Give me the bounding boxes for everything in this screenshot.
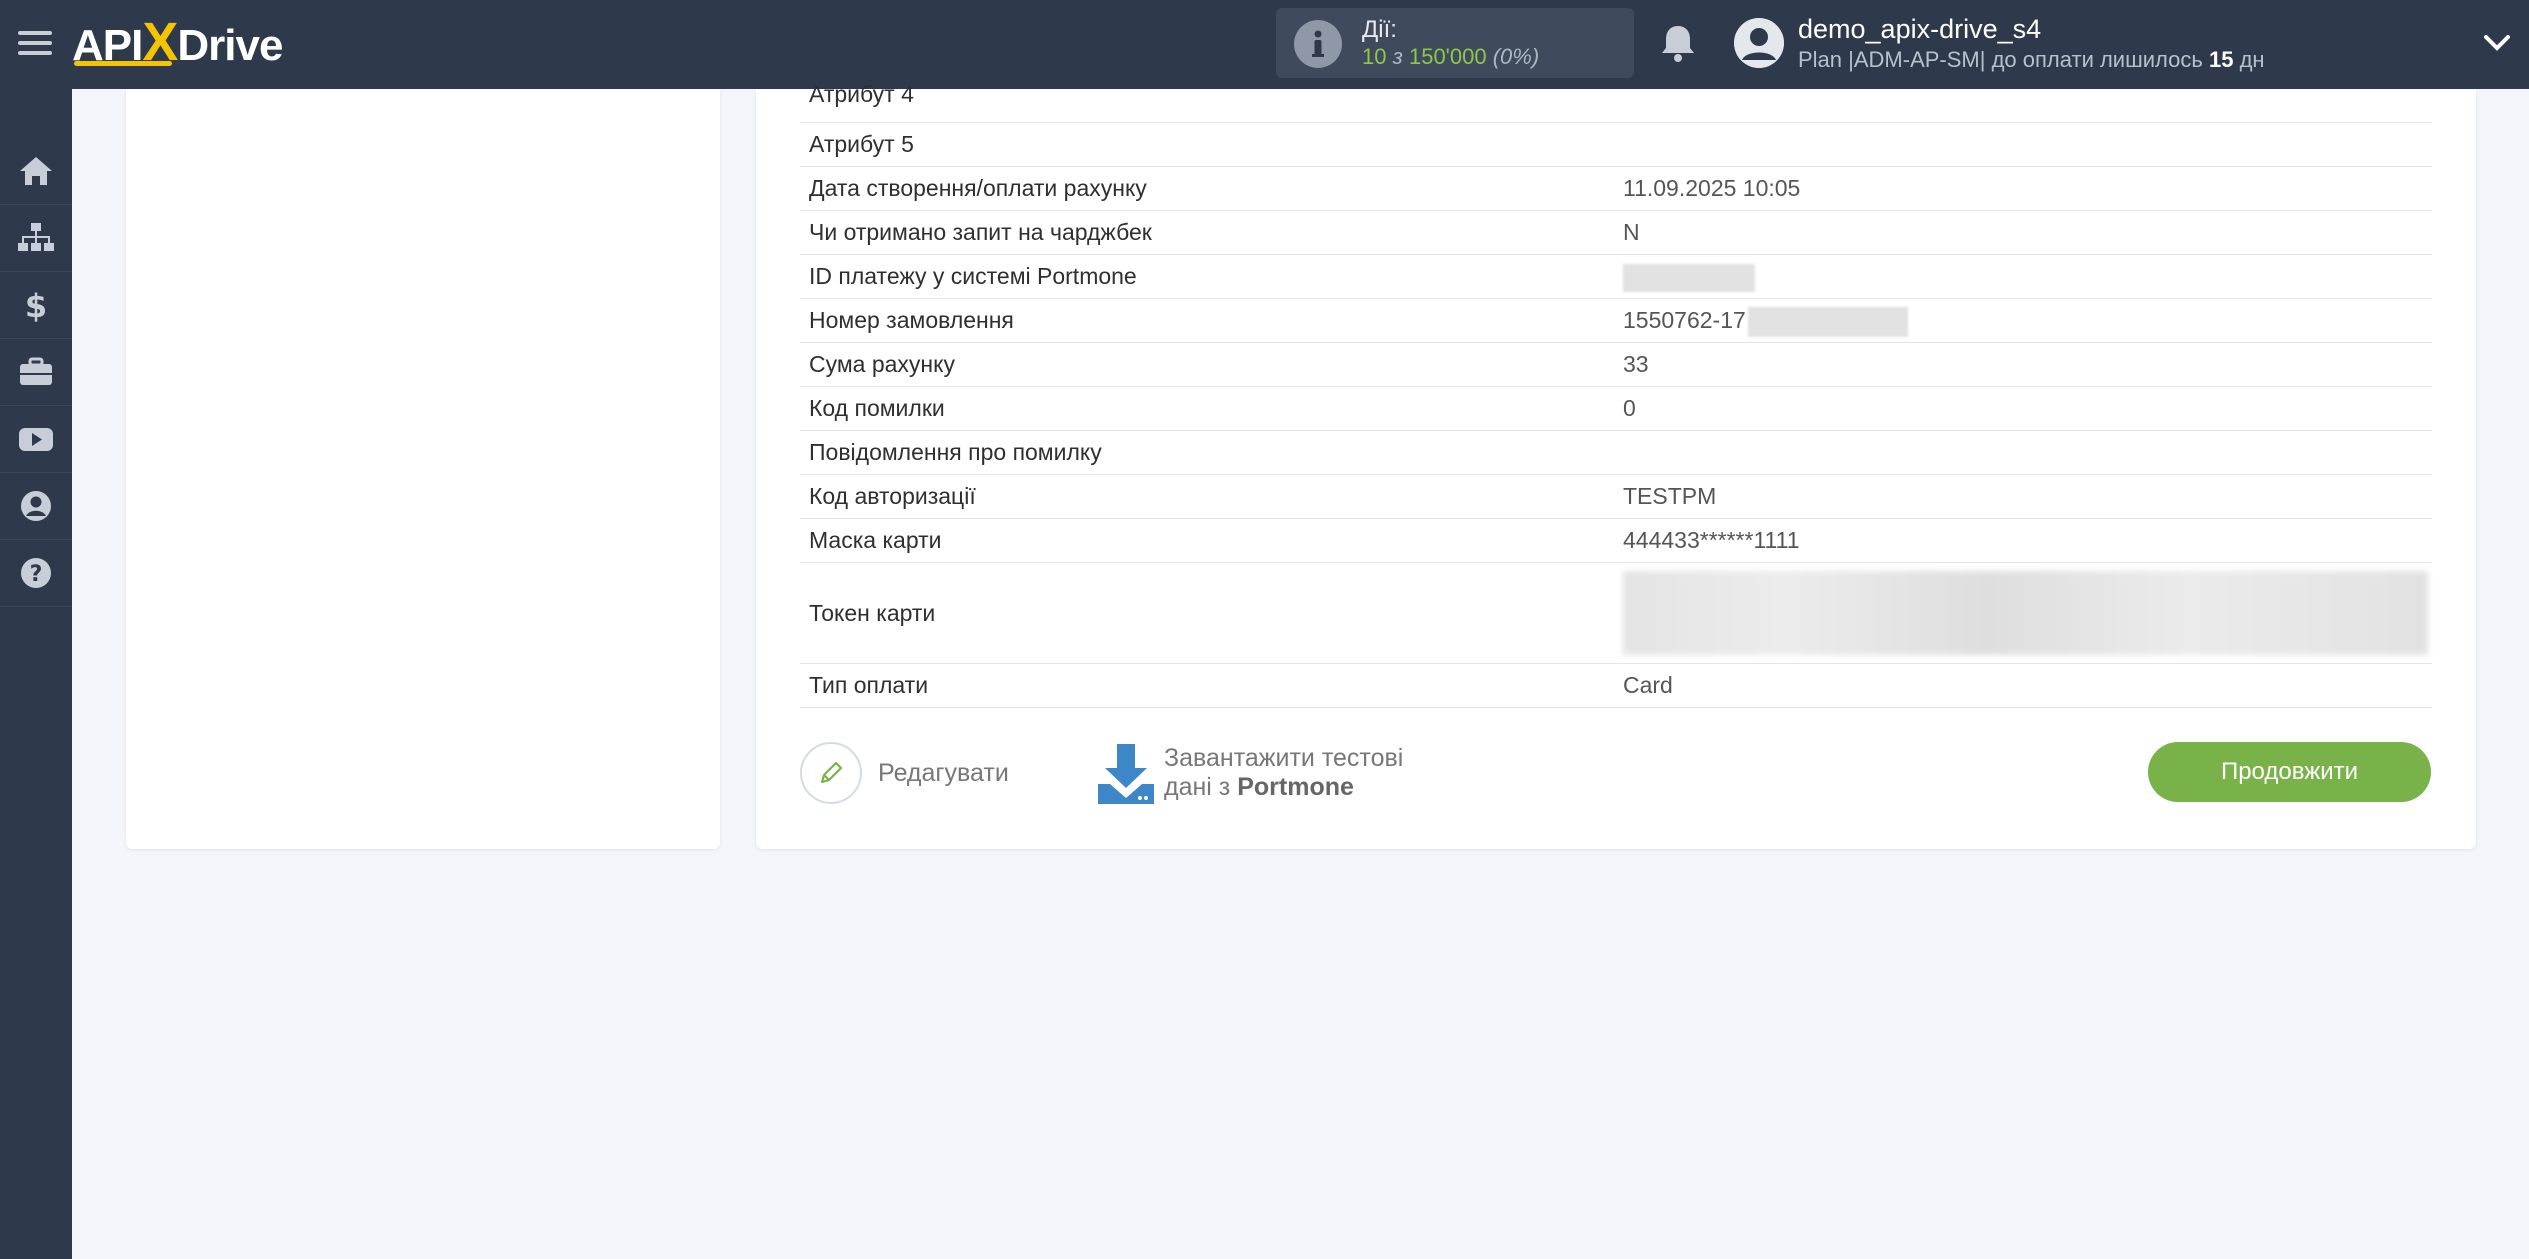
sidebar: $ ?: [0, 89, 72, 1259]
svg-text:$: $: [25, 288, 47, 322]
menu-icon[interactable]: [18, 25, 52, 59]
actions-count: 10 з 150'000 (0%): [1362, 44, 1540, 69]
field-key: Код помилки: [809, 395, 945, 421]
table-row: Повідомлення про помилку: [800, 431, 2432, 475]
sidebar-item-help[interactable]: ?: [0, 540, 72, 607]
table-row: Атрибут 5: [800, 123, 2432, 167]
field-value: N: [1623, 219, 1640, 245]
field-key: Токен карти: [809, 600, 936, 626]
field-key: Сума рахунку: [809, 351, 955, 377]
svg-text:?: ?: [30, 562, 43, 587]
field-key: Тип оплати: [809, 672, 929, 698]
youtube-icon: [19, 428, 53, 451]
continue-button[interactable]: Продовжити: [2148, 742, 2431, 802]
field-key: Дата створення/оплати рахунку: [809, 175, 1147, 201]
sitemap-icon: [18, 223, 54, 251]
top-bar: APIXDrive Дії: 10 з 150'000 (0%) demo_ap…: [0, 0, 2529, 89]
table-row: Чи отримано запит на чарджбек N: [800, 211, 2432, 255]
apix-drive-logo[interactable]: APIXDrive: [72, 12, 283, 72]
info-icon: [1294, 20, 1342, 68]
table-row: Атрибут 4: [800, 79, 2432, 123]
table-row: Токен карти: [800, 563, 2432, 664]
table-row: Номер замовлення 1550762-17: [800, 299, 2432, 343]
chevron-down-icon[interactable]: [2482, 30, 2512, 54]
edit-button[interactable]: Редагувати: [800, 742, 1009, 804]
field-key: Атрибут 4: [809, 81, 914, 107]
table-row: Код авторизації TESTPM: [800, 475, 2432, 519]
actions-label: Дії:: [1362, 16, 1397, 43]
sidebar-item-home[interactable]: [0, 138, 72, 205]
sidebar-item-billing[interactable]: $: [0, 272, 72, 339]
dollar-icon: $: [25, 288, 47, 322]
redacted-value: [1623, 255, 1755, 298]
field-key: Номер замовлення: [809, 307, 1014, 333]
field-key: Атрибут 5: [809, 131, 914, 157]
field-key: Чи отримано запит на чарджбек: [809, 219, 1152, 245]
sidebar-item-connections[interactable]: [0, 205, 72, 272]
field-value: Card: [1623, 672, 1673, 698]
sidebar-item-profile[interactable]: [0, 473, 72, 540]
download-label: Завантажити тестові дані з Portmone: [1164, 744, 1404, 801]
home-icon: [20, 157, 52, 185]
user-circle-icon: [21, 491, 51, 521]
edit-label: Редагувати: [878, 758, 1009, 787]
user-name[interactable]: demo_apix-drive_s4: [1798, 14, 2041, 45]
pencil-icon: [800, 742, 862, 804]
redacted-value: [1623, 571, 2428, 655]
download-icon: [1098, 744, 1154, 804]
table-row: Дата створення/оплати рахунку 11.09.2025…: [800, 167, 2432, 211]
bell-icon[interactable]: [1658, 22, 1698, 64]
field-value: 444433******1111: [1623, 527, 1800, 553]
field-value: 33: [1623, 351, 1649, 377]
field-key: Код авторизації: [809, 483, 976, 509]
field-value: 0: [1623, 395, 1636, 421]
field-key: Повідомлення про помилку: [809, 439, 1102, 465]
field-value: 11.09.2025 10:05: [1623, 175, 1801, 201]
help-icon: ?: [21, 558, 51, 588]
left-panel: [126, 89, 720, 849]
briefcase-icon: [20, 357, 52, 385]
data-table: Атрибут 4 Атрибут 5 Дата створення/оплат…: [800, 79, 2432, 708]
table-row: ID платежу у системі Portmone: [800, 255, 2432, 299]
table-row: Тип оплати Card: [800, 664, 2432, 708]
sidebar-item-services[interactable]: [0, 339, 72, 406]
avatar[interactable]: [1734, 18, 1784, 68]
field-value: TESTPM: [1623, 483, 1717, 509]
user-plan: Plan |ADM-AP-SM| до оплати лишилось 15 д…: [1798, 47, 2265, 72]
table-row: Маска карти 444433******1111: [800, 519, 2432, 563]
actions-counter[interactable]: Дії: 10 з 150'000 (0%): [1276, 8, 1634, 78]
sidebar-item-video[interactable]: [0, 406, 72, 473]
field-value: 1550762-17: [1623, 299, 1908, 342]
table-row: Код помилки 0: [800, 387, 2432, 431]
field-key: Маска карти: [809, 527, 942, 553]
field-key: ID платежу у системі Portmone: [809, 263, 1137, 289]
table-row: Сума рахунку 33: [800, 343, 2432, 387]
